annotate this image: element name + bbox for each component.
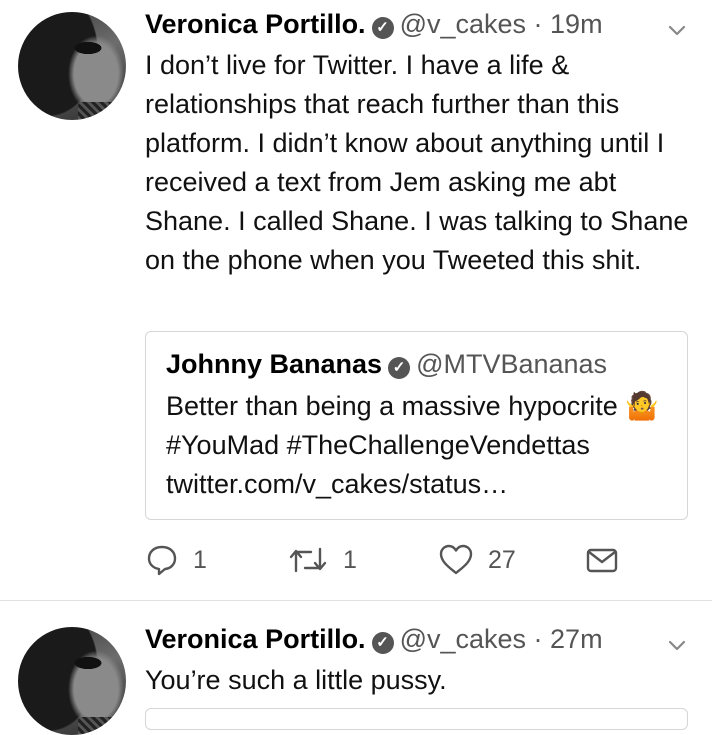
author-name[interactable]: Veronica Portillo. bbox=[145, 9, 366, 39]
retweet-icon bbox=[289, 547, 327, 573]
reply-count: 1 bbox=[193, 545, 207, 574]
verified-badge-icon: ✓ bbox=[371, 17, 394, 39]
timestamp[interactable]: · 19m bbox=[534, 9, 603, 39]
tweet-text: You’re such a little pussy. bbox=[145, 665, 447, 695]
tweet-header: Veronica Portillo. ✓ @v_cakes · 27m bbox=[145, 621, 603, 657]
author-handle[interactable]: @v_cakes bbox=[400, 9, 526, 39]
like-count: 27 bbox=[488, 545, 516, 574]
chevron-down-icon[interactable] bbox=[665, 633, 689, 657]
tweet-text: I don’t live for Twitter. I have a life … bbox=[145, 50, 689, 275]
retweet-button[interactable]: 1 bbox=[287, 538, 357, 582]
tweet[interactable]: Veronica Portillo. ✓ @v_cakes · 19m I don’… bbox=[0, 0, 712, 600]
verified-badge-icon: ✓ bbox=[371, 632, 394, 654]
retweet-count: 1 bbox=[343, 545, 357, 574]
tweet-header: Veronica Portillo. ✓ @v_cakes · 19m bbox=[145, 6, 603, 42]
timestamp[interactable]: · 27m bbox=[534, 624, 603, 654]
chevron-down-icon[interactable] bbox=[665, 18, 689, 42]
author-handle[interactable]: @v_cakes bbox=[400, 624, 526, 654]
quoted-author-handle: @MTVBananas bbox=[416, 349, 608, 379]
heart-icon bbox=[439, 544, 473, 575]
avatar[interactable] bbox=[18, 12, 126, 120]
tweet-actions: 1 1 27 bbox=[145, 538, 690, 582]
reply-icon bbox=[147, 545, 177, 576]
quoted-tweet[interactable]: Johnny Bananas ✓ @MTVBananas Better than b… bbox=[145, 331, 688, 520]
author-name[interactable]: Veronica Portillo. bbox=[145, 624, 366, 654]
direct-message-button[interactable] bbox=[585, 538, 619, 582]
quoted-tweet-header: Johnny Bananas ✓ @MTVBananas bbox=[166, 346, 607, 382]
quoted-author-name: Johnny Bananas bbox=[166, 349, 383, 379]
quoted-tweet-text: Better than being a massive hypocrite 🤷 … bbox=[166, 391, 659, 499]
envelope-icon bbox=[586, 548, 618, 573]
verified-badge-icon: ✓ bbox=[388, 357, 411, 379]
reply-button[interactable]: 1 bbox=[145, 538, 207, 582]
like-button[interactable]: 27 bbox=[438, 538, 516, 582]
quoted-tweet[interactable] bbox=[145, 708, 688, 730]
avatar[interactable] bbox=[18, 627, 126, 735]
tweet[interactable]: Veronica Portillo. ✓ @v_cakes · 27m You’re… bbox=[0, 601, 712, 735]
